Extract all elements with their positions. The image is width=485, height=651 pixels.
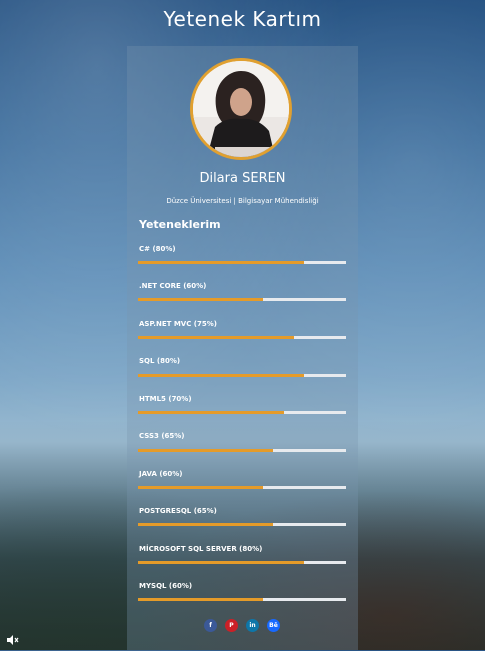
skill-label: ASP.NET MVC (75%) [139, 320, 217, 328]
skill-label: MİCROSOFT SQL SERVER (80%) [139, 545, 263, 553]
skill-bar [138, 298, 346, 301]
skill-bar-fill [138, 336, 294, 339]
skill-bar [138, 336, 346, 339]
skill-label: CSS3 (65%) [139, 432, 185, 440]
mute-icon[interactable] [5, 632, 19, 646]
page-title: Yetenek Kartım [163, 7, 322, 31]
skill-bar-fill [138, 261, 305, 264]
linkedin-icon[interactable]: in [246, 619, 259, 632]
skill-label: HTML5 (70%) [139, 395, 192, 403]
profile-subtitle: Düzce Üniversitesi | Bilgisayar Mühendis… [166, 197, 319, 205]
skills-heading: Yeteneklerim [139, 218, 221, 231]
avatar [190, 58, 292, 160]
skill-bar [138, 523, 346, 526]
behance-icon[interactable]: Bē [267, 619, 280, 632]
profile-name: Dilara SEREN [199, 171, 286, 186]
skill-bar [138, 411, 346, 414]
skill-bar [138, 561, 346, 564]
skill-bar-fill [138, 411, 284, 414]
skill-label: MYSQL (60%) [139, 582, 193, 590]
skill-bar-fill [138, 298, 263, 301]
skill-bar-fill [138, 374, 305, 377]
skill-bar-fill [138, 486, 263, 489]
skill-bar-fill [138, 449, 274, 452]
skill-bar-fill [138, 598, 263, 601]
skill-label: .NET CORE (60%) [139, 282, 207, 290]
skill-label: JAVA (60%) [139, 470, 183, 478]
skill-bar-fill [138, 523, 274, 526]
skill-bar [138, 261, 346, 264]
skill-bar [138, 449, 346, 452]
skill-label: SQL (80%) [139, 357, 181, 365]
profile-card: Dilara SEREN Düzce Üniversitesi | Bilgis… [127, 46, 358, 650]
skill-label: C# (80%) [139, 245, 176, 253]
skill-bar [138, 598, 346, 601]
pinterest-icon[interactable]: P [225, 619, 238, 632]
facebook-icon[interactable]: f [204, 619, 217, 632]
avatar-photo [193, 61, 289, 157]
skill-bar [138, 374, 346, 377]
skill-bar-fill [138, 561, 305, 564]
skill-label: POSTGRESQL (65%) [139, 507, 217, 515]
social-links: f P in Bē [204, 619, 284, 633]
skill-bar [138, 486, 346, 489]
